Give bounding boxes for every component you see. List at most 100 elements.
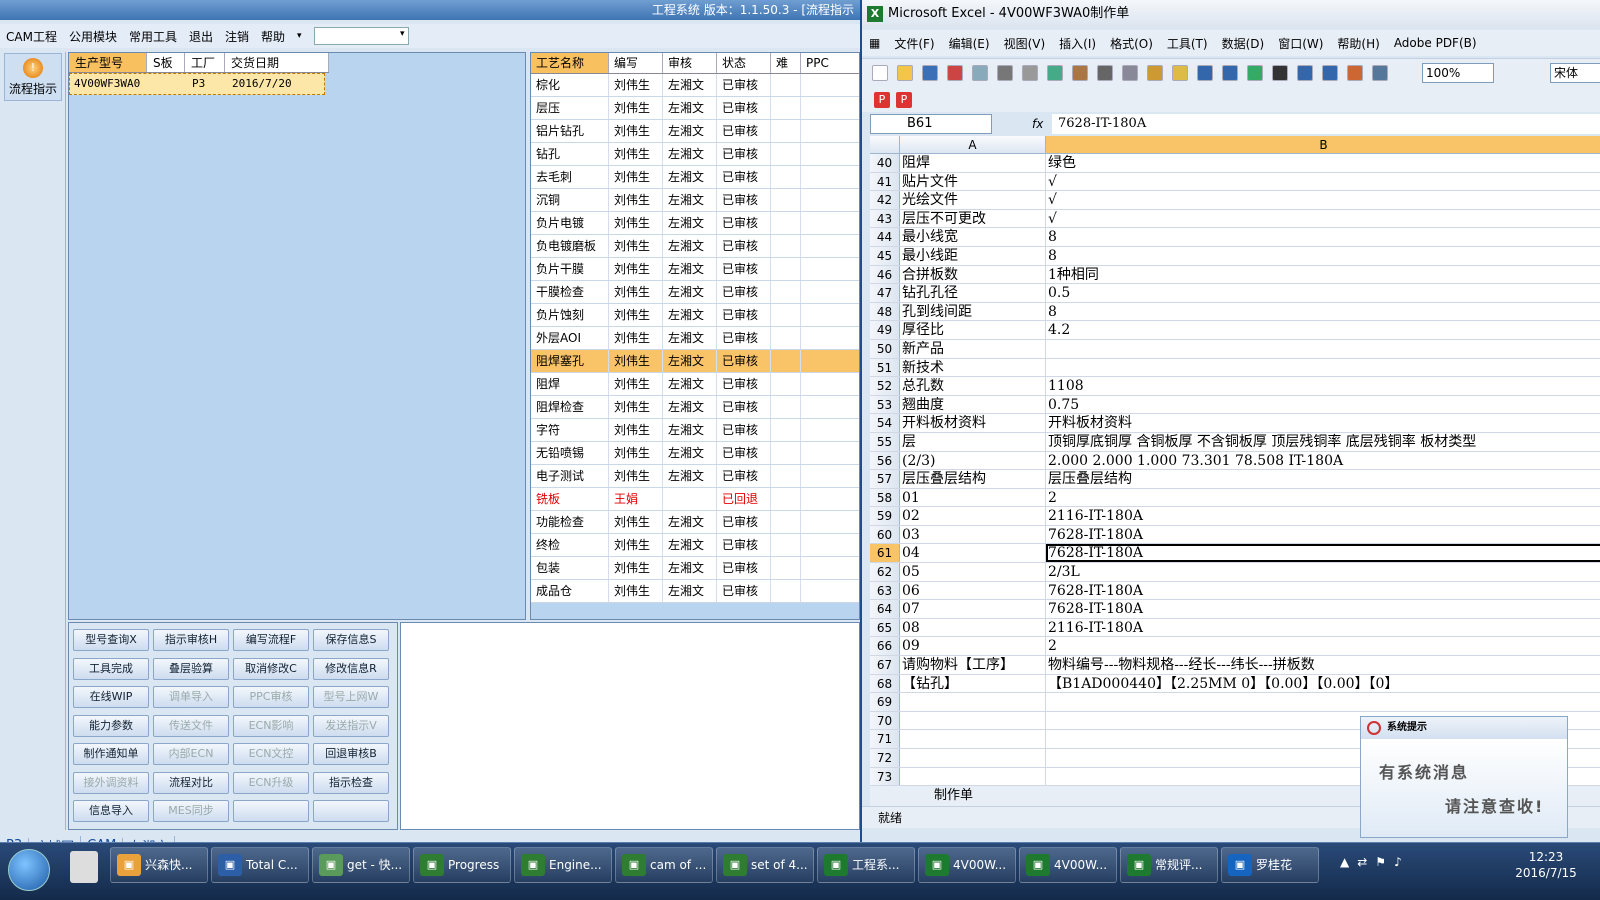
cell-a[interactable]: 新技术 [900,358,1046,377]
cell-a[interactable]: 翘曲度 [900,395,1046,414]
action-button[interactable]: 接外调资料 [73,771,149,794]
row-header[interactable]: 42 [870,191,900,209]
table-row[interactable]: 负电镀磨板 刘伟生 左湘文 已审核 [531,235,859,258]
row-header[interactable]: 44 [870,228,900,246]
start-button[interactable] [8,849,50,891]
table-row[interactable]: 负片蚀刻 刘伟生 左湘文 已审核 [531,304,859,327]
action-button[interactable]: MES同步 [153,800,229,822]
action-button[interactable]: 在线WIP [73,686,149,708]
column-header-b[interactable]: B [1046,136,1600,153]
paste-icon[interactable] [1147,65,1163,81]
column-header-a[interactable]: A [900,136,1046,153]
cell-a[interactable]: 孔到线间距 [900,302,1046,321]
worksheet-row[interactable]: 66 09 2 [870,637,1600,657]
worksheet-row[interactable]: 63 06 7628-IT-180A [870,581,1600,601]
taskbar-item[interactable]: ▣ 罗桂花 [1221,847,1319,883]
table-row[interactable]: 去毛刺 刘伟生 左湘文 已审核 [531,166,859,189]
row-header[interactable]: 53 [870,395,900,414]
name-box[interactable]: B61 [870,114,992,134]
action-button[interactable]: 内部ECN [153,743,229,765]
action-button[interactable]: 型号上网W [313,686,389,708]
worksheet-row[interactable]: 64 07 7628-IT-180A [870,600,1600,619]
cell-b[interactable]: 1108 [1046,377,1600,395]
row-header[interactable]: 70 [870,711,900,730]
action-button[interactable]: ECN影响 [233,714,309,737]
cell-b[interactable]: 2.000 2.000 1.000 73.301 78.508 IT-180A [1046,452,1600,470]
worksheet-row[interactable]: 56 (2/3) 2.000 2.000 1.000 73.301 78.508 I… [870,451,1600,471]
cell-b[interactable]: 层压叠层结构 [1046,470,1600,488]
cell-b[interactable]: 8 [1046,303,1600,321]
worksheet-row[interactable]: 49 厚径比 4.2 [870,321,1600,340]
cell-a[interactable]: (2/3) [900,451,1046,470]
table-row[interactable]: 终检 刘伟生 左湘文 已审核 [531,534,859,557]
table-row[interactable]: 铝片钻孔 刘伟生 左湘文 已审核 [531,120,859,143]
cell-b[interactable]: 开料板材资料 [1046,414,1600,432]
cell-a[interactable]: 03 [900,525,1046,544]
cell-b[interactable]: 2/3L [1046,563,1600,581]
excel-menu-item[interactable]: 视图(V) [997,35,1053,52]
cell-a[interactable]: 请购物料【工序】 [900,656,1046,674]
cell-a[interactable] [900,749,1046,767]
table-row[interactable]: 负片干膜 刘伟生 左湘文 已审核 [531,258,859,281]
action-button[interactable]: 型号查询X [73,629,149,651]
cell-b[interactable]: √ [1046,173,1600,191]
table-row[interactable]: 字符 刘伟生 左湘文 已审核 [531,419,859,442]
worksheet-row[interactable]: 50 新产品 [870,339,1600,359]
action-button[interactable]: 制作通知单 [73,743,149,765]
action-button[interactable]: ECN文控 [233,743,309,765]
row-header[interactable]: 69 [870,693,900,711]
worksheet-row[interactable]: 65 08 2116-IT-180A [870,618,1600,638]
redo-icon[interactable] [1222,65,1238,81]
col-process-name[interactable]: 工艺名称 [531,53,609,73]
cell-b[interactable]: 8 [1046,247,1600,265]
row-header[interactable]: 46 [870,265,900,284]
sort-desc-icon[interactable] [1322,65,1338,81]
worksheet-row[interactable]: 47 钻孔孔径 0.5 [870,284,1600,303]
cell-b[interactable]: 绿色 [1046,154,1600,172]
action-button[interactable]: 能力参数 [73,714,149,737]
tray-arrow-icon[interactable]: ▲ [1340,855,1349,875]
row-header[interactable]: 55 [870,432,900,451]
flow-indicator-button[interactable]: ! 流程指示 [4,53,62,101]
sort-asc-icon[interactable] [1297,65,1313,81]
pdf-convert-icon[interactable]: P [896,92,912,108]
cell-a[interactable]: 09 [900,637,1046,656]
worksheet-row[interactable]: 51 新技术 [870,358,1600,378]
cell-a[interactable]: 06 [900,581,1046,600]
taskbar-item[interactable]: ▣ 常规评... [1120,847,1218,883]
row-header[interactable]: 51 [870,358,900,377]
undo-icon[interactable] [1197,65,1213,81]
cell-b[interactable]: √ [1046,210,1600,228]
print-icon[interactable] [997,65,1013,81]
cell-b[interactable] [1046,340,1600,358]
col-delivery-date[interactable]: 交货日期 [225,53,329,72]
cell-b[interactable]: 4.2 [1046,321,1600,339]
formula-bar[interactable]: 7628-IT-180A [1052,114,1600,134]
taskbar-item[interactable]: ▣ get - 快... [312,847,410,883]
copy-icon[interactable] [1122,65,1138,81]
row-header[interactable]: 49 [870,321,900,339]
action-button[interactable]: 调单导入 [153,686,229,708]
row-header[interactable]: 63 [870,581,900,600]
worksheet-row[interactable]: 55 层顶铜厚底铜厚 含铜板厚 不含铜板厚 顶层残铜率 底层残铜率 板材类型 [870,432,1600,452]
menu-combo-box[interactable] [313,27,409,45]
autosum-icon[interactable] [1272,65,1288,81]
cell-a[interactable]: 贴片文件 [900,172,1046,191]
action-button[interactable]: PPC审核 [233,686,309,708]
network-icon[interactable]: ⇄ [1357,855,1367,875]
worksheet-row[interactable]: 45 最小线距 8 [870,246,1600,266]
cell-a[interactable]: 04 [900,544,1046,563]
worksheet-row[interactable]: 59 02 2116-IT-180A [870,507,1600,526]
cell-b[interactable]: 【B1AD000440】【2.25MM 0】【0.00】【0.00】【0】 [1046,675,1600,693]
worksheet-row[interactable]: 46 合拼板数 1种相同 [870,265,1600,285]
worksheet-row[interactable]: 57 层压叠层结构 层压叠层结构 [870,470,1600,489]
format-painter-icon[interactable] [1172,65,1188,81]
cell-b[interactable]: 0.5 [1046,284,1600,302]
cell-a[interactable]: 最小线距 [900,246,1046,265]
cell-a[interactable]: 层压叠层结构 [900,470,1046,488]
volume-icon[interactable]: ♪ [1394,855,1402,875]
worksheet-grid[interactable]: A B 40 阻焊 绿色 41 贴片文件 √ 42 光绘文件 √ 43 层压不可更改 √ 44 最小线宽 8… [870,136,1600,786]
worksheet-row[interactable]: 69 [870,693,1600,712]
row-header[interactable]: 72 [870,749,900,767]
action-button[interactable] [313,800,389,822]
